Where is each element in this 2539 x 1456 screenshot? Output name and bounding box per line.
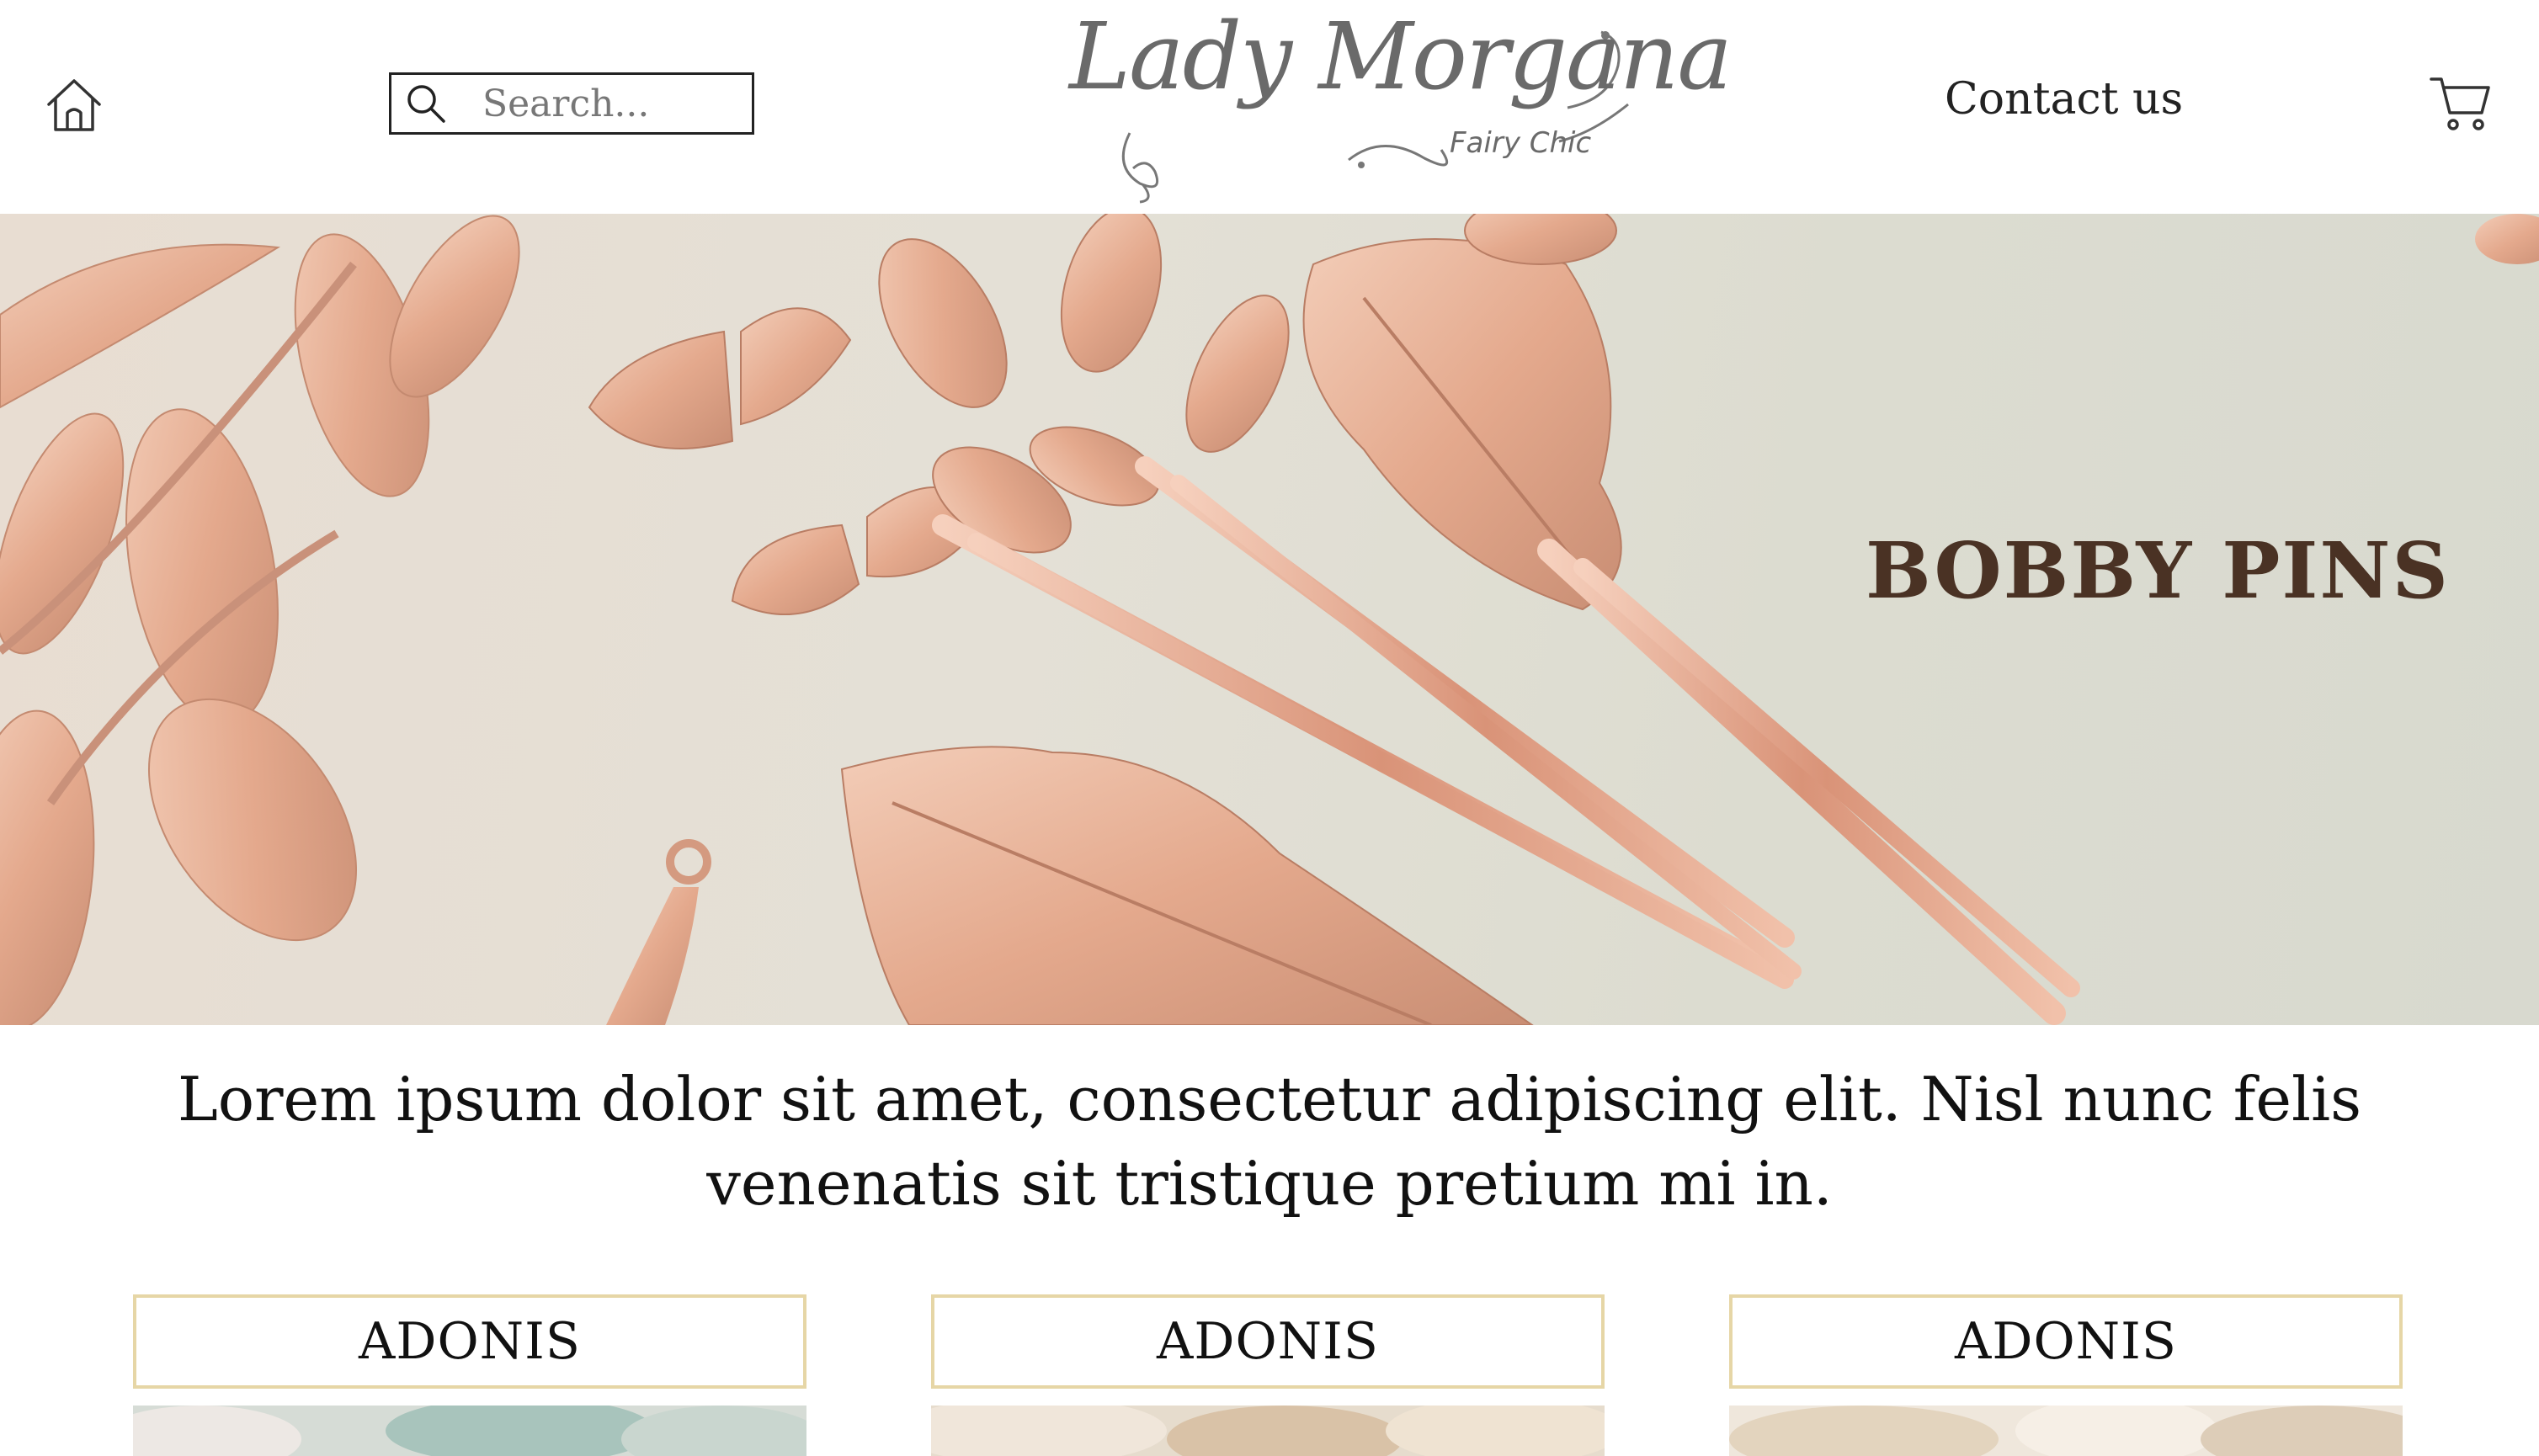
logo-wordmark: Lady Morgana [1069, 3, 1733, 110]
intro-text: Lorem ipsum dolor sit amet, consectetur … [177, 1064, 2362, 1219]
product-name[interactable]: ADONIS [133, 1294, 806, 1389]
product-card[interactable]: ADONIS [931, 1294, 1605, 1456]
product-card[interactable]: ADONIS [133, 1294, 806, 1456]
search-icon[interactable] [403, 81, 449, 126]
product-name[interactable]: ADONIS [931, 1294, 1605, 1389]
product-name[interactable]: ADONIS [1729, 1294, 2403, 1389]
product-thumbnail[interactable] [1729, 1406, 2403, 1456]
product-card[interactable]: ADONIS [1729, 1294, 2403, 1456]
product-image [1729, 1406, 2403, 1456]
home-icon [47, 79, 101, 131]
hero-banner: BOBBY PINS [0, 214, 2539, 1025]
home-button[interactable] [44, 76, 104, 136]
hero-image [0, 214, 2539, 1025]
product-image [133, 1406, 806, 1456]
site-header: Lady Morgana Fairy Chic Contact us [0, 0, 2539, 214]
product-thumbnail[interactable] [931, 1406, 1605, 1456]
product-thumbnail[interactable] [133, 1406, 806, 1456]
search-field[interactable] [389, 72, 754, 135]
cart-button[interactable] [2428, 72, 2492, 133]
site-logo[interactable]: Lady Morgana Fairy Chic [1062, 7, 1733, 205]
product-image [931, 1406, 1605, 1456]
contact-link[interactable]: Contact us [1945, 74, 2183, 125]
search-input[interactable] [482, 82, 735, 125]
hero-title: BOBBY PINS [1866, 525, 2450, 616]
logo-tagline: Fairy Chic [1450, 126, 1592, 160]
cart-icon [2430, 77, 2490, 130]
